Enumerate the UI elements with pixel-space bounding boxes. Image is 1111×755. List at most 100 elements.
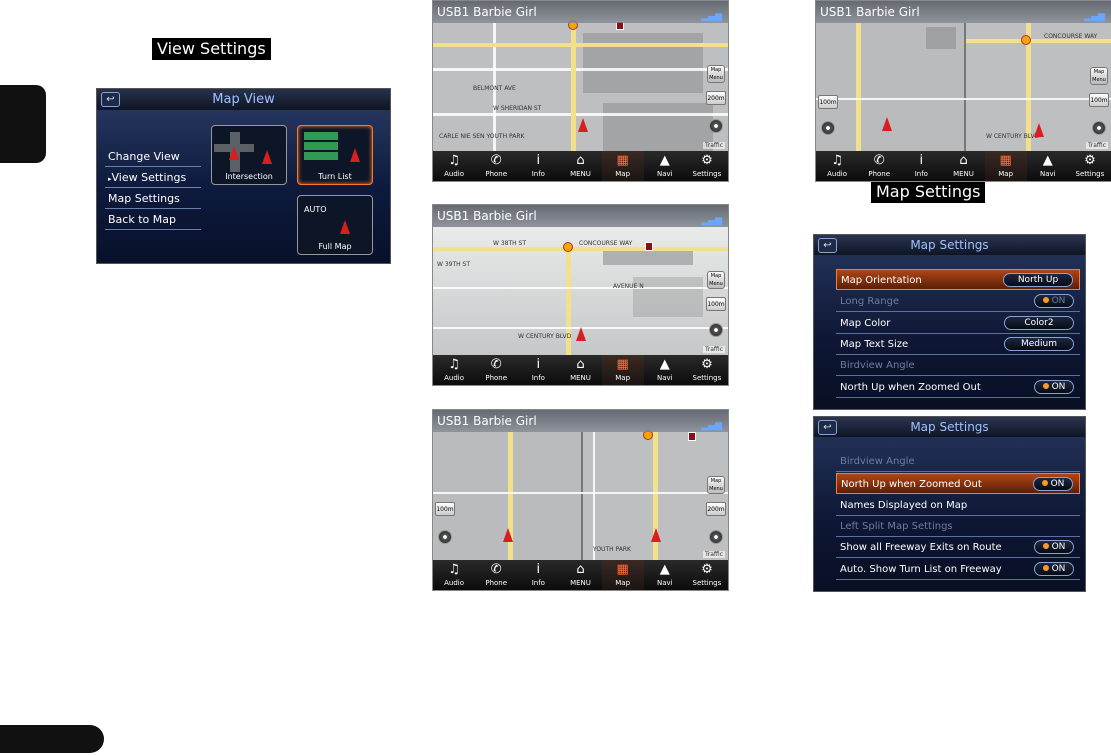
back-icon[interactable]: ↩ bbox=[101, 92, 120, 107]
setting-north-up-zoomed-out[interactable]: North Up when Zoomed Out ON bbox=[836, 377, 1080, 398]
navi-button[interactable]: ▲ Navi bbox=[644, 151, 686, 181]
toggle-switch[interactable]: ON bbox=[1033, 477, 1073, 491]
signal-icon: ▂▄▆ bbox=[701, 12, 722, 22]
setting-label: Map Text Size bbox=[840, 339, 909, 350]
toggle-label: ON bbox=[1051, 564, 1066, 574]
audio-button[interactable]: ♫ Audio bbox=[433, 151, 475, 181]
navi-arrow-icon: ▲ bbox=[1042, 153, 1053, 168]
button-label: MENU bbox=[953, 170, 974, 178]
setting-names-displayed[interactable]: Names Displayed on Map bbox=[836, 495, 1080, 516]
info-button[interactable]: i Info bbox=[517, 355, 559, 385]
map-button[interactable]: ▦ Map bbox=[601, 151, 644, 181]
navi-button[interactable]: ▲ Navi bbox=[644, 355, 686, 385]
compass-icon[interactable] bbox=[709, 530, 723, 544]
setting-map-orientation[interactable]: Map Orientation North Up bbox=[836, 269, 1080, 290]
audio-button[interactable]: ♫ Audio bbox=[433, 560, 475, 590]
compass-left-icon[interactable] bbox=[438, 530, 452, 544]
zoom-scale-button[interactable]: 100m bbox=[706, 297, 726, 311]
setting-map-text-size[interactable]: Map Text Size Medium bbox=[836, 334, 1080, 355]
map-area[interactable]: CONCOURSE WAY W CENTURY BLVD 100m Map Me… bbox=[816, 23, 1111, 153]
street-label: W 39TH ST bbox=[437, 261, 471, 268]
turn-list-row bbox=[304, 152, 338, 160]
compass-icon[interactable] bbox=[709, 323, 723, 337]
info-button[interactable]: i Info bbox=[517, 560, 559, 590]
map-menu-button[interactable]: Map Menu bbox=[707, 476, 725, 494]
menu-button[interactable]: ⌂ MENU bbox=[559, 151, 601, 181]
home-icon: ⌂ bbox=[576, 357, 585, 372]
back-icon[interactable]: ↩ bbox=[818, 420, 837, 435]
scale-label: 100m bbox=[707, 301, 725, 308]
signal-icon: ▂▄▆ bbox=[701, 216, 722, 226]
tile-intersection[interactable]: Intersection bbox=[211, 125, 287, 185]
phone-button[interactable]: ✆ Phone bbox=[475, 560, 517, 590]
navi-button[interactable]: ▲ Navi bbox=[644, 560, 686, 590]
navi-button[interactable]: ▲ Navi bbox=[1027, 151, 1069, 181]
map-button[interactable]: ▦ Map bbox=[601, 355, 644, 385]
signal-icon: ▂▄▆ bbox=[701, 421, 722, 431]
zoom-scale-left-button[interactable]: 100m bbox=[435, 502, 455, 516]
route-road bbox=[508, 432, 513, 562]
button-label: Phone bbox=[485, 579, 508, 587]
street-label: CONCOURSE WAY bbox=[579, 240, 633, 247]
tile-full-map[interactable]: AUTO Full Map bbox=[297, 195, 373, 255]
map-area[interactable]: BELMONT AVE W SHERIDAN ST CARLE NIE SEN … bbox=[433, 20, 728, 153]
compass-icon[interactable] bbox=[709, 119, 723, 133]
setting-map-color[interactable]: Map Color Color2 bbox=[836, 313, 1080, 334]
info-button[interactable]: i Info bbox=[900, 151, 942, 181]
settings-button[interactable]: ⚙ Settings bbox=[686, 151, 728, 181]
settings-title: Map Settings bbox=[910, 420, 989, 434]
map-button[interactable]: ▦ Map bbox=[601, 560, 644, 590]
toggle-switch[interactable]: ON bbox=[1034, 562, 1074, 576]
settings-button[interactable]: ⚙ Settings bbox=[1069, 151, 1111, 181]
toggle-switch: ON bbox=[1034, 294, 1074, 308]
setting-north-up-zoomed-out[interactable]: North Up when Zoomed Out ON bbox=[836, 473, 1080, 494]
menu-item-map-settings[interactable]: Map Settings bbox=[105, 188, 201, 209]
zoom-scale-left-button[interactable]: 100m bbox=[818, 95, 838, 109]
setting-freeway-exits[interactable]: Show all Freeway Exits on Route ON bbox=[836, 537, 1080, 558]
settings-button[interactable]: ⚙ Settings bbox=[686, 355, 728, 385]
chapter-tab bbox=[0, 85, 46, 163]
map-area[interactable]: YOUTH PARK 100m Map Menu 200m bbox=[433, 430, 728, 562]
compass-icon[interactable] bbox=[1092, 121, 1106, 135]
menu-item-change-view[interactable]: Change View bbox=[105, 146, 201, 167]
audio-button[interactable]: ♫ Audio bbox=[433, 355, 475, 385]
back-icon[interactable]: ↩ bbox=[818, 238, 837, 253]
map-menu-button[interactable]: Map Menu bbox=[707, 271, 725, 289]
button-label: Audio bbox=[444, 374, 465, 382]
phone-button[interactable]: ✆ Phone bbox=[475, 151, 517, 181]
phone-button[interactable]: ✆ Phone bbox=[475, 355, 517, 385]
setting-auto-turn-list[interactable]: Auto. Show Turn List on Freeway ON bbox=[836, 559, 1080, 580]
zoom-scale-button[interactable]: 200m bbox=[706, 502, 726, 516]
map-button[interactable]: ▦ Map bbox=[984, 151, 1027, 181]
toggle-switch[interactable]: ON bbox=[1034, 540, 1074, 554]
map-area[interactable]: W 39TH ST CONCOURSE WAY W 38TH ST AVENUE… bbox=[433, 227, 728, 357]
info-button[interactable]: i Info bbox=[517, 151, 559, 181]
toggle-switch[interactable]: ON bbox=[1034, 380, 1074, 394]
map-view-title: Map View bbox=[212, 92, 275, 107]
menu-button[interactable]: ⌂ MENU bbox=[559, 560, 601, 590]
setting-label: Birdview Angle bbox=[840, 456, 915, 467]
menu-button[interactable]: ⌂ MENU bbox=[559, 355, 601, 385]
signal-icon: ▂▄▆ bbox=[1084, 12, 1105, 22]
settings-button[interactable]: ⚙ Settings bbox=[686, 560, 728, 590]
phone-button[interactable]: ✆ Phone bbox=[858, 151, 900, 181]
menu-item-view-settings[interactable]: ▸View Settings bbox=[105, 167, 201, 188]
scale-label: 100m bbox=[436, 506, 454, 513]
zoom-scale-button[interactable]: 100m bbox=[1089, 93, 1109, 107]
setting-label: North Up when Zoomed Out bbox=[840, 382, 981, 393]
setting-label: Map Orientation bbox=[841, 275, 922, 286]
bottom-bar: ♫ Audio ✆ Phone i Info ⌂ MENU ▦ Map ▲ Navi ⚙ Se… bbox=[433, 560, 728, 590]
zoom-scale-button[interactable]: 200m bbox=[706, 91, 726, 105]
map-menu-button[interactable]: Map Menu bbox=[707, 65, 725, 83]
compass-left-icon[interactable] bbox=[821, 121, 835, 135]
street bbox=[816, 98, 1111, 100]
map-block bbox=[926, 27, 956, 49]
info-icon: i bbox=[536, 357, 541, 372]
scale-label: 200m bbox=[707, 95, 725, 102]
button-label: Phone bbox=[868, 170, 891, 178]
map-menu-button[interactable]: Map Menu bbox=[1090, 67, 1108, 85]
tile-turn-list[interactable]: Turn List bbox=[297, 125, 373, 185]
audio-button[interactable]: ♫ Audio bbox=[816, 151, 858, 181]
menu-button[interactable]: ⌂ MENU bbox=[942, 151, 984, 181]
menu-item-back-to-map[interactable]: Back to Map bbox=[105, 209, 201, 230]
